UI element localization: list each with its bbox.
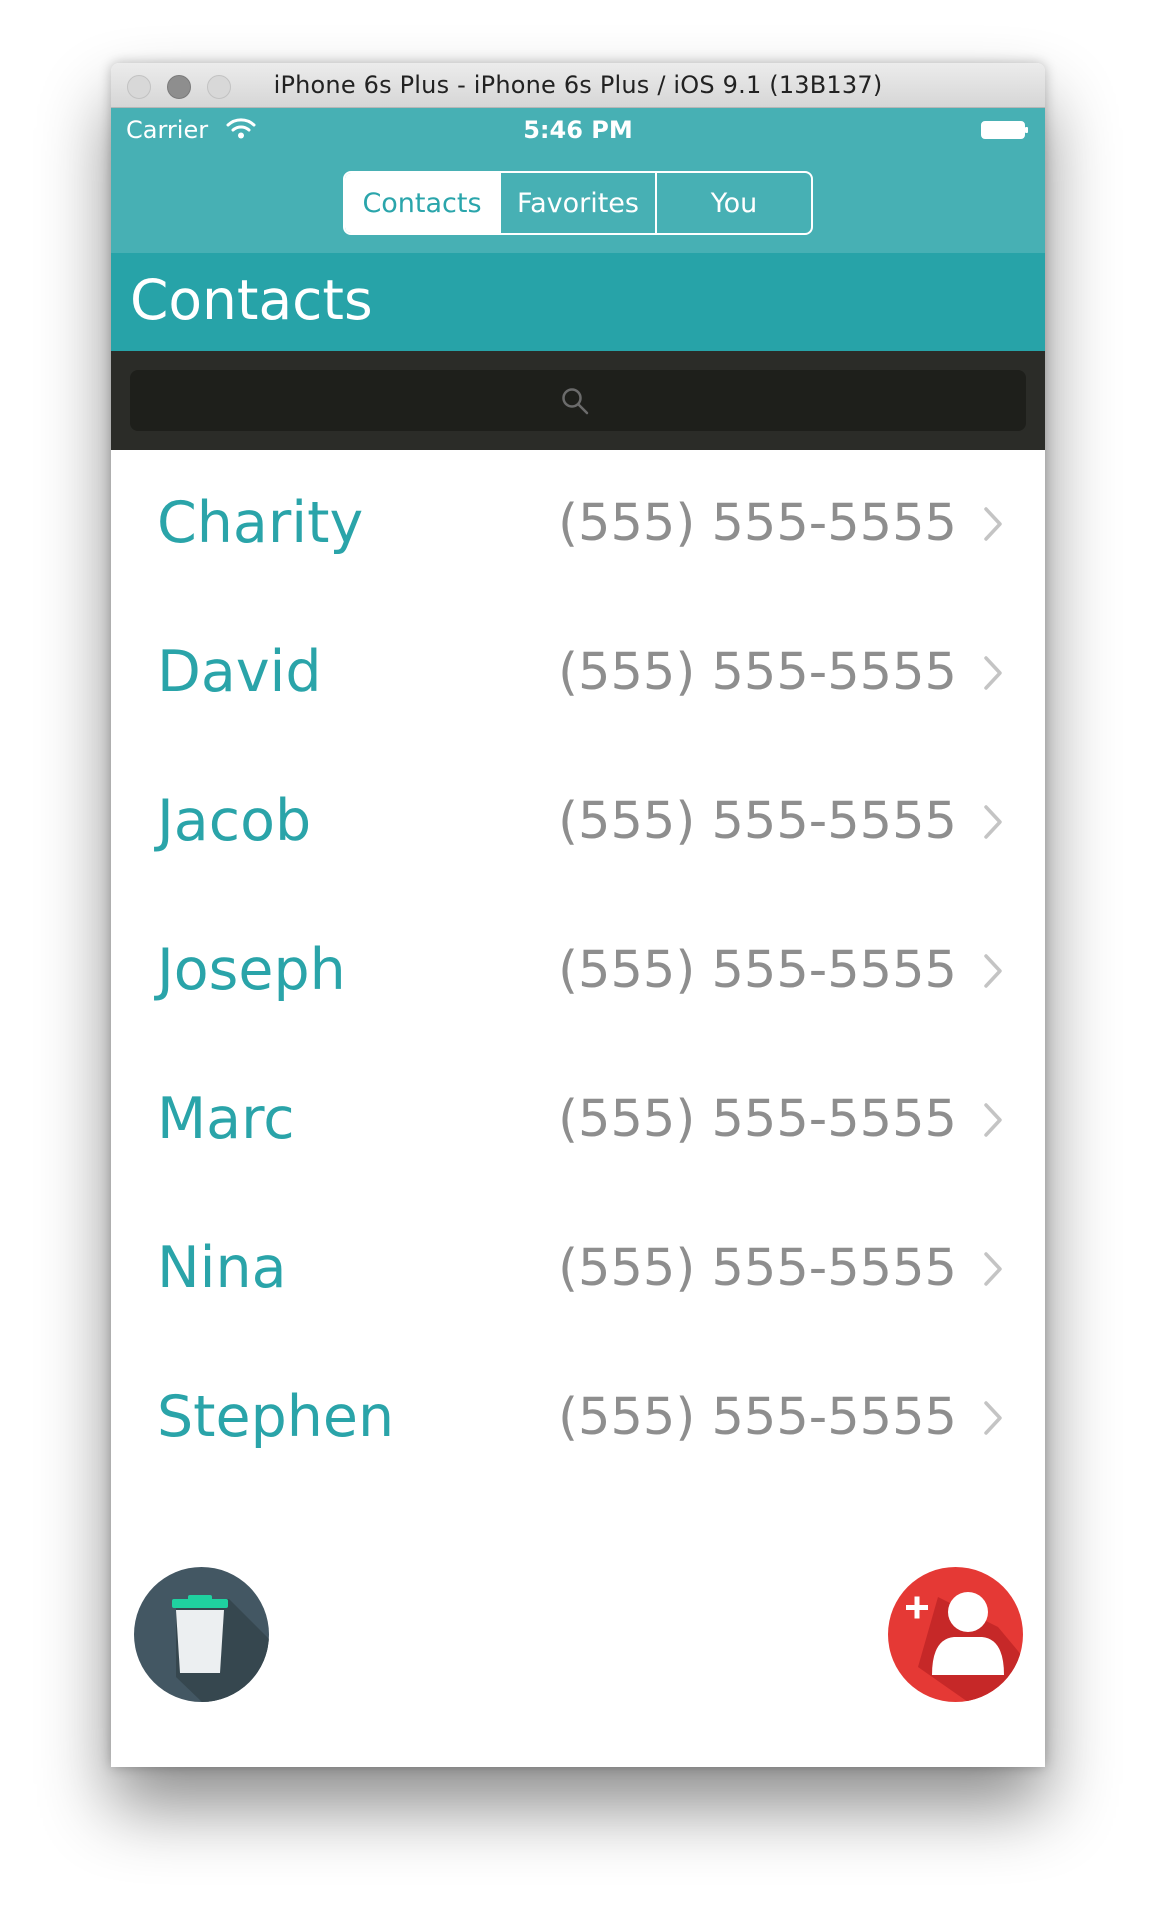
contact-phone: (555) 555-5555 (558, 494, 957, 553)
contacts-list: Charity (555) 555-5555 David (555) 555-5… (111, 450, 1045, 1493)
search-input[interactable] (130, 370, 1026, 431)
search-icon (562, 388, 589, 415)
contact-phone: (555) 555-5555 (558, 643, 957, 702)
contact-name: Marc (157, 1086, 295, 1152)
title-bar: Contacts (111, 253, 1045, 351)
contact-row-stephen[interactable]: Stephen (555) 555-5555 (111, 1344, 1045, 1493)
contact-phone: (555) 555-5555 (558, 941, 957, 1000)
chevron-right-icon (984, 1252, 1002, 1286)
window-titlebar: iPhone 6s Plus - iPhone 6s Plus / iOS 9.… (111, 63, 1045, 108)
tab-you[interactable]: You (655, 173, 811, 233)
contact-row-charity[interactable]: Charity (555) 555-5555 (111, 450, 1045, 599)
chevron-right-icon (984, 507, 1002, 541)
chevron-right-icon (984, 1401, 1002, 1435)
contact-row-joseph[interactable]: Joseph (555) 555-5555 (111, 897, 1045, 1046)
contact-name: Joseph (157, 937, 346, 1003)
phone-screen: Carrier 5:46 PM Contacts Favorites You C… (111, 108, 1045, 1767)
contact-name: Nina (157, 1235, 287, 1301)
add-contact-icon (906, 1592, 1023, 1702)
chevron-right-icon (984, 656, 1002, 690)
contact-name: Charity (157, 490, 364, 556)
tab-favorites[interactable]: Favorites (499, 173, 655, 233)
add-contact-button[interactable] (888, 1567, 1023, 1702)
chevron-right-icon (984, 805, 1002, 839)
nav-header: Carrier 5:46 PM Contacts Favorites You (111, 108, 1045, 253)
battery-icon (981, 121, 1028, 139)
delete-button[interactable] (134, 1567, 269, 1702)
contact-phone: (555) 555-5555 (558, 1090, 957, 1149)
tab-segmented-control: Contacts Favorites You (343, 171, 813, 235)
chevron-right-icon (984, 954, 1002, 988)
contact-row-david[interactable]: David (555) 555-5555 (111, 599, 1045, 748)
tab-contacts[interactable]: Contacts (345, 173, 499, 233)
status-bar: Carrier 5:46 PM (111, 108, 1045, 150)
contact-name: Jacob (157, 788, 312, 854)
contact-row-nina[interactable]: Nina (555) 555-5555 (111, 1195, 1045, 1344)
chevron-right-icon (984, 1103, 1002, 1137)
contact-phone: (555) 555-5555 (558, 792, 957, 851)
contact-row-jacob[interactable]: Jacob (555) 555-5555 (111, 748, 1045, 897)
status-time: 5:46 PM (523, 116, 633, 144)
contact-name: Stephen (157, 1384, 395, 1450)
contact-phone: (555) 555-5555 (558, 1239, 957, 1298)
contact-phone: (555) 555-5555 (558, 1388, 957, 1447)
simulator-window: iPhone 6s Plus - iPhone 6s Plus / iOS 9.… (111, 63, 1045, 1767)
contact-name: David (157, 639, 322, 705)
search-bar (111, 351, 1045, 450)
contact-row-marc[interactable]: Marc (555) 555-5555 (111, 1046, 1045, 1195)
page-title: Contacts (130, 268, 373, 332)
trash-icon (172, 1595, 269, 1702)
window-title: iPhone 6s Plus - iPhone 6s Plus / iOS 9.… (273, 71, 883, 99)
